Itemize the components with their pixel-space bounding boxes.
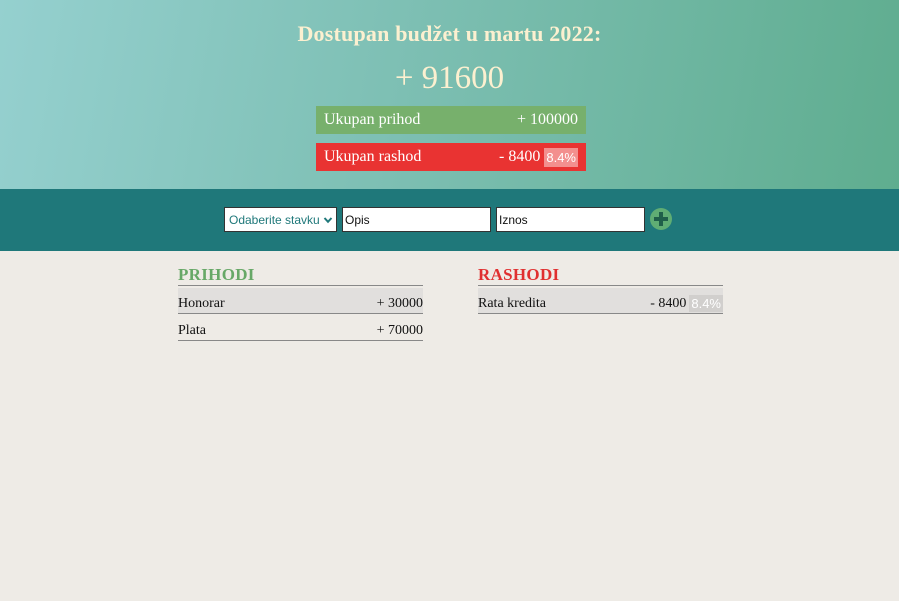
income-list-title: PRIHODI [178,265,255,284]
income-row-label: Honorar [178,296,225,311]
plus-circle-icon[interactable] [649,207,673,231]
income-row-label: Plata [178,323,206,338]
total-expense-percent: 8.4% [544,147,578,167]
budget-title: Dostupan budžet u martu 2022: [297,21,602,46]
add-item-bar: Odaberite stavku [0,189,899,251]
item-type-select[interactable]: Odaberite stavku [224,207,337,232]
expense-row-percent: 8.4% [689,295,723,312]
income-row[interactable]: Plata + 70000 [178,315,423,341]
income-row[interactable]: Honorar + 30000 [178,288,423,314]
income-row-value: + 30000 [376,296,423,311]
item-type-select-value: Odaberite stavku [229,212,320,227]
total-income-bar: Ukupan prihod + 100000 [316,106,586,134]
expense-row-label: Rata kredita [478,296,547,311]
total-expense-label: Ukupan rashod [324,148,422,165]
expense-row[interactable]: Rata kredita - 8400 8.4% [478,288,723,314]
amount-input[interactable] [496,207,645,232]
total-expense-bar: Ukupan rashod - 8400 8.4% [316,143,586,171]
available-budget-value: + 91600 [394,60,505,96]
total-income-value: + 100000 [516,111,578,128]
total-income-label: Ukupan prihod [324,111,421,128]
expense-list-title: RASHODI [478,265,560,284]
income-list-divider [178,285,423,286]
expense-row-value: - 8400 [650,295,687,311]
description-input[interactable] [342,207,491,232]
expense-list-divider [478,285,723,286]
budget-header: Dostupan budžet u martu 2022: + 91600 Uk… [0,0,899,189]
income-row-value: + 70000 [376,323,423,338]
total-expense-value: - 8400 [499,148,541,165]
chevron-down-icon [323,216,333,223]
